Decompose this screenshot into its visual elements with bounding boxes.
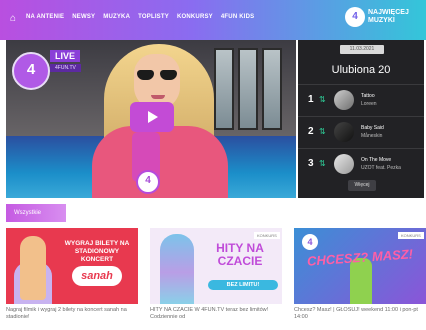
video-player[interactable]: 4 LIVE 4FUN.TV 4 [6,40,296,198]
nav-item-toplisty[interactable]: TOPLISTY [138,14,169,20]
news-card[interactable]: 4 KONKURS CHCESZ? MASZ! Chcesz? Masz! | … [294,228,426,330]
background-window [214,48,234,130]
microphone-logo: 4 [136,170,160,194]
song-artist: Måneskin [361,133,383,139]
ulubiona-20-chart: 11.03.2021 Ulubiona 20 1 ⇅ Tattoo Loreen… [298,40,424,198]
card-girl [20,236,46,300]
background-window [262,48,282,130]
chart-rank: 2 [308,126,314,137]
song-title: On The Move [361,157,392,163]
card-4fun-logo: 4 [302,234,318,250]
trend-updown-icon: ⇅ [319,127,326,136]
card-image[interactable]: 4 KONKURS CHCESZ? MASZ! [294,228,426,304]
trend-updown-icon: ⇅ [319,159,326,168]
live-subtitle: 4FUN.TV [50,64,81,72]
song-title: Tattoo [361,93,375,99]
presenter-mouth [151,95,165,99]
microphone-logo-text: 4 [145,175,151,186]
card-image[interactable]: WYGRAJ BILETY NA STADIONOWY KONCERT sana… [6,228,138,304]
nav-item-na-antenie[interactable]: NA ANTENIE [26,14,64,20]
artist-thumbnail [334,90,354,110]
nav-item-4fun-kids[interactable]: 4FUN KIDS [221,14,254,20]
channel-logo: 4 [12,52,50,90]
brand-mark-icon: 4 [345,7,365,27]
live-badge: LIVE [50,50,81,62]
card-label: KONKURS [254,232,280,239]
chart-row[interactable]: 3 ⇅ On The Move UZOT feat. Pezka [298,148,424,179]
nav-item-konkursy[interactable]: KONKURSY [177,14,213,20]
brand-text: NAJWIĘCEJ MUZYKI [368,9,409,24]
presenter-shirt [92,126,228,198]
sanah-logo: sanah [72,266,122,286]
trend-updown-icon: ⇅ [319,95,326,104]
more-button[interactable]: Więcej [348,180,376,191]
top-nav: ⌂ NA ANTENIE NEWSY MUZYKA TOPLISTY KONKU… [0,0,426,40]
artist-thumbnail [334,122,354,142]
nav-menu: NA ANTENIE NEWSY MUZYKA TOPLISTY KONKURS… [26,14,254,20]
song-artist: UZOT feat. Pezka [361,165,401,171]
chart-rank: 1 [308,94,314,105]
card-model [160,234,194,304]
card-caption[interactable]: HITY NA CZACIE W 4FUN.TV teraz bez limit… [150,307,282,321]
news-card[interactable]: WYGRAJ BILETY NA STADIONOWY KONCERT sana… [6,228,138,330]
card-headline: HITY NA CZACIE [216,241,264,268]
card-pill: BEZ LIMITU! [208,280,278,290]
song-title: Baby Said [361,125,384,131]
home-icon[interactable]: ⌂ [10,13,22,25]
chart-title: Ulubiona 20 [331,64,391,76]
nav-item-muzyka[interactable]: MUZYKA [103,14,130,20]
chart-date: 11.03.2021 [340,45,384,54]
card-image[interactable]: KONKURS HITY NA CZACIE BEZ LIMITU! [150,228,282,304]
card-caption[interactable]: Nagraj filmik i wygraj 2 bilety na konce… [6,307,138,321]
nav-item-newsy[interactable]: NEWSY [72,14,95,20]
chart-rank: 3 [308,158,314,169]
chart-row[interactable]: 2 ⇅ Baby Said Måneskin [298,116,424,147]
brand-logo[interactable]: 4 NAJWIĘCEJ MUZYKI [345,7,420,27]
card-caption[interactable]: Chcesz? Masz! | GŁOSUJ! weekend 11:00 i … [294,307,426,321]
card-label: KONKURS [398,232,424,239]
news-card[interactable]: KONKURS HITY NA CZACIE BEZ LIMITU! HITY … [150,228,282,330]
chart-row[interactable]: 1 ⇅ Tattoo Loreen [298,84,424,115]
card-cta-text: WYGRAJ BILETY NA STADIONOWY KONCERT [64,240,130,263]
sunglasses [137,70,177,80]
song-artist: Loreen [361,101,377,107]
brand-mark-text: 4 [352,11,358,22]
artist-thumbnail [334,154,354,174]
play-icon[interactable] [130,102,174,132]
section-tag[interactable]: Wszystkie [6,204,66,222]
channel-logo-text: 4 [26,61,36,78]
background-window [238,48,258,130]
